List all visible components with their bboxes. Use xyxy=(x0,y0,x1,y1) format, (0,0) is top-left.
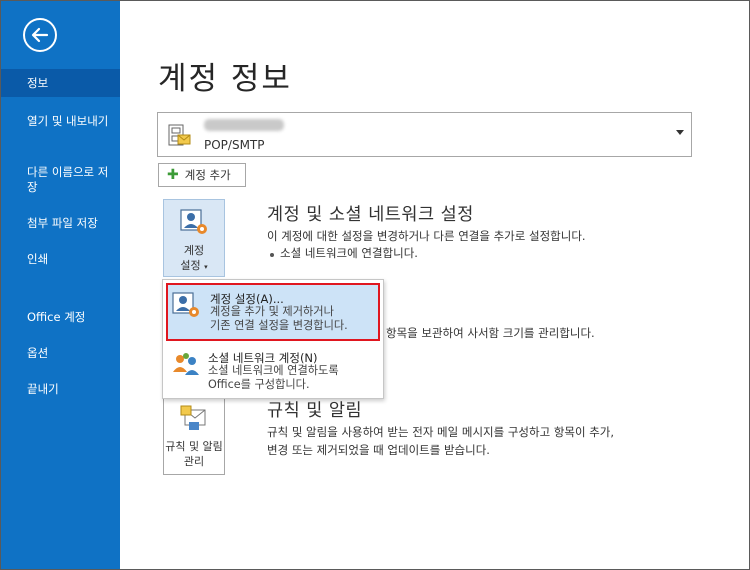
back-arrow-icon xyxy=(31,27,49,43)
account-email-blurred xyxy=(204,119,284,131)
chevron-down-icon[interactable] xyxy=(676,130,684,135)
sidebar-item-options[interactable]: 옵션 xyxy=(1,346,120,361)
account-settings-tile-line2: 설정 ▾ xyxy=(180,259,208,272)
menu-item-social-network-desc: 소셜 네트워크에 연결하도록 Office를 구성합니다. xyxy=(208,364,339,391)
plus-icon: ✚ xyxy=(167,167,179,183)
sidebar-item-save-attachments[interactable]: 첨부 파일 저장 xyxy=(1,216,120,231)
menu-item-account-settings-desc: 계정을 추가 및 제거하거나 기존 연결 설정을 변경합니다. xyxy=(210,305,348,332)
account-settings-desc: 이 계정에 대한 설정을 변경하거나 다른 연결을 추가로 설정합니다. xyxy=(267,229,586,243)
sidebar-item-office-account[interactable]: Office 계정 xyxy=(1,310,120,325)
add-account-button[interactable]: ✚ 계정 추가 xyxy=(158,163,246,187)
sidebar-item-exit[interactable]: 끝내기 xyxy=(1,382,120,397)
sidebar-item-print[interactable]: 인쇄 xyxy=(1,252,120,267)
menu-item-account-settings[interactable]: 계정 설정(A)... 계정을 추가 및 제거하거나 기존 연결 설정을 변경합… xyxy=(166,283,380,341)
sidebar-item-info[interactable]: 정보 xyxy=(1,69,120,97)
social-network-bullet: 소셜 네트워크에 연결합니다. xyxy=(280,246,418,260)
mailbox-cleanup-desc: 항목을 보관하여 사서함 크기를 관리합니다. xyxy=(386,326,595,340)
page-title: 계정 정보 xyxy=(158,61,292,97)
bullet-icon xyxy=(270,253,274,257)
rules-alerts-tile-line2: 관리 xyxy=(183,455,205,468)
rules-alerts-title: 규칙 및 알림 xyxy=(267,401,363,421)
account-type: POP/SMTP xyxy=(204,138,265,152)
rules-alerts-desc-line2: 변경 또는 제거되었을 때 업데이트를 받습니다. xyxy=(267,443,490,457)
account-settings-menu: 계정 설정(A)... 계정을 추가 및 제거하거나 기존 연결 설정을 변경합… xyxy=(162,279,384,399)
mail-account-icon xyxy=(168,124,191,146)
sidebar-item-open-export[interactable]: 열기 및 내보내기 xyxy=(1,114,120,129)
rules-alerts-desc-line1: 규칙 및 알림을 사용하여 받는 전자 메일 메시지를 구성하고 항목이 추가, xyxy=(267,425,615,439)
social-network-icon xyxy=(173,353,199,375)
outlook-backstage: 정보 열기 및 내보내기 다른 이름으로 저장 첨부 파일 저장 인쇄 Offi… xyxy=(0,0,750,570)
account-selector[interactable]: POP/SMTP xyxy=(157,112,692,157)
caret-down-icon: ▾ xyxy=(204,263,208,271)
rules-alerts-icon xyxy=(180,405,206,430)
account-settings-icon xyxy=(180,209,207,234)
menu-item-social-network[interactable]: 소셜 네트워크 계정(N) 소셜 네트워크에 연결하도록 Office를 구성합… xyxy=(166,343,380,395)
add-account-label: 계정 추가 xyxy=(184,168,231,182)
back-button[interactable] xyxy=(23,18,57,52)
rules-alerts-tile[interactable]: 규칙 및 알림 관리 xyxy=(163,395,225,475)
main-content: 계정 정보 POP/SMTP ✚ 계정 추가 계정 설정 ▾ 계정 및 소셜 네… xyxy=(120,1,749,569)
sidebar: 정보 열기 및 내보내기 다른 이름으로 저장 첨부 파일 저장 인쇄 Offi… xyxy=(1,1,120,569)
account-settings-icon xyxy=(172,292,199,317)
rules-alerts-tile-line1: 규칙 및 알림 xyxy=(165,440,223,453)
account-settings-tile-line1: 계정 xyxy=(183,244,205,257)
account-settings-tile[interactable]: 계정 설정 ▾ xyxy=(163,199,225,277)
sidebar-item-save-as[interactable]: 다른 이름으로 저장 xyxy=(1,165,120,195)
account-settings-title: 계정 및 소셜 네트워크 설정 xyxy=(267,205,474,225)
